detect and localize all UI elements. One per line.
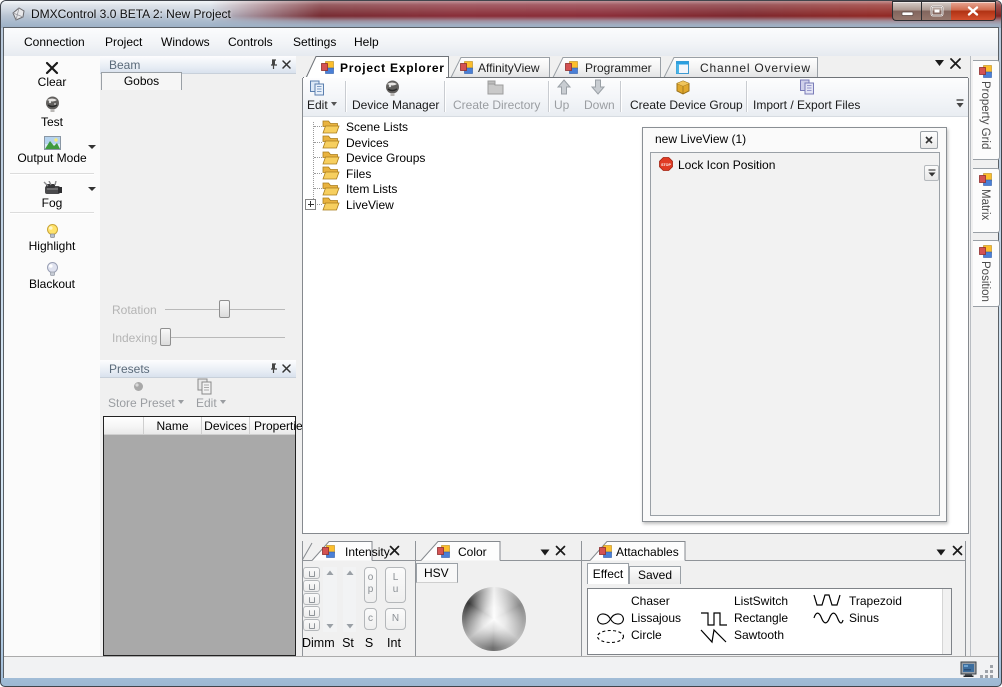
svg-text:STOP: STOP bbox=[661, 163, 671, 167]
